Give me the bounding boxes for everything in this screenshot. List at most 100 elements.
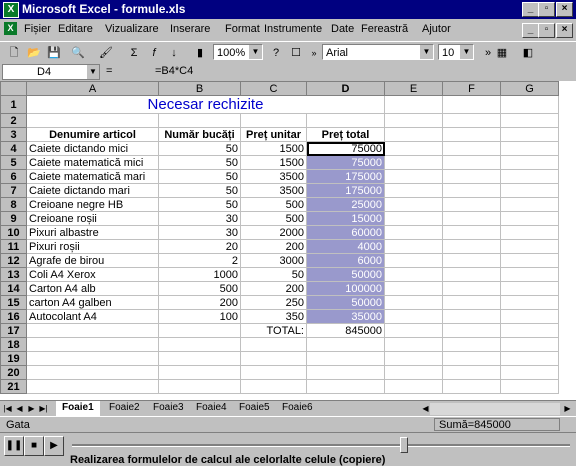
cell-b15[interactable]: 200 <box>158 295 241 310</box>
cell-f21[interactable] <box>442 379 501 394</box>
cell-g21[interactable] <box>500 379 559 394</box>
cell-a7[interactable]: Caiete dictando mari <box>26 183 159 198</box>
cell-c18[interactable] <box>240 337 307 352</box>
cell-f15[interactable] <box>442 295 501 310</box>
next-sheet-icon[interactable]: ▶ <box>26 402 37 415</box>
close-button[interactable]: × <box>556 2 573 17</box>
cell-c6[interactable]: 3500 <box>240 169 307 184</box>
cell-a16[interactable]: Autocolant A4 <box>26 309 159 324</box>
cell-a2[interactable] <box>26 113 159 128</box>
cell-b5[interactable]: 50 <box>158 155 241 170</box>
cell-g10[interactable] <box>500 225 559 240</box>
menu-ajutor[interactable]: Ajutor <box>422 23 451 35</box>
cell-g11[interactable] <box>500 239 559 254</box>
cell-a8[interactable]: Creioane negre HB <box>26 197 159 212</box>
sheet-table[interactable]: A B C D E F G 1 Necesar rechizite 2 3 Denumire arti… <box>0 81 559 394</box>
cell-a14[interactable]: Carton A4 alb <box>26 281 159 296</box>
menu-instrumente[interactable]: Instrumente <box>264 23 322 35</box>
column-header-b[interactable]: B <box>158 81 241 96</box>
formula-input[interactable]: =B4*C4 <box>155 65 193 77</box>
scroll-right-icon[interactable]: ▶ <box>562 402 573 415</box>
cell-g15[interactable] <box>500 295 559 310</box>
row-header[interactable]: 8 <box>0 197 27 212</box>
cell-b11[interactable]: 20 <box>158 239 241 254</box>
cell-c11[interactable]: 200 <box>240 239 307 254</box>
cell-f9[interactable] <box>442 211 501 226</box>
cell-b8[interactable]: 50 <box>158 197 241 212</box>
cell-e8[interactable] <box>384 197 443 212</box>
cell-a18[interactable] <box>26 337 159 352</box>
autosum-icon[interactable]: Σ <box>126 45 142 61</box>
cell-b7[interactable]: 50 <box>158 183 241 198</box>
tab-foaie2[interactable]: Foaie2 <box>103 401 146 415</box>
workbook-icon[interactable]: X <box>4 22 17 35</box>
cell-c14[interactable]: 200 <box>240 281 307 296</box>
cell-b2[interactable] <box>158 113 241 128</box>
row-header[interactable]: 5 <box>0 155 27 170</box>
cell-b6[interactable]: 50 <box>158 169 241 184</box>
menu-inserare[interactable]: Inserare <box>170 23 210 35</box>
name-box[interactable]: D4 ▼ <box>2 64 100 80</box>
cell-e15[interactable] <box>384 295 443 310</box>
menu-format[interactable]: Format <box>225 23 260 35</box>
cell-e10[interactable] <box>384 225 443 240</box>
cell-d8[interactable]: 25000 <box>306 197 385 212</box>
cell-f1[interactable] <box>442 95 501 114</box>
cell-d9[interactable]: 15000 <box>306 211 385 226</box>
name-box-dropdown-icon[interactable]: ▼ <box>87 65 99 79</box>
cell-f6[interactable] <box>442 169 501 184</box>
last-sheet-icon[interactable]: ▶| <box>38 402 49 415</box>
cell-f10[interactable] <box>442 225 501 240</box>
cell-f2[interactable] <box>442 113 501 128</box>
cell-g19[interactable] <box>500 351 559 366</box>
cell-c2[interactable] <box>240 113 307 128</box>
doc-minimize-button[interactable]: _ <box>522 23 539 38</box>
doc-restore-button[interactable]: ▫ <box>538 23 555 38</box>
cell-d16[interactable]: 35000 <box>306 309 385 324</box>
cell-g13[interactable] <box>500 267 559 282</box>
cell-f19[interactable] <box>442 351 501 366</box>
cell-b17[interactable] <box>158 323 241 338</box>
save-icon[interactable]: 💾 <box>46 45 62 61</box>
header-cell[interactable]: Preț unitar <box>240 127 307 142</box>
row-header[interactable]: 6 <box>0 169 27 184</box>
tab-foaie6[interactable]: Foaie6 <box>276 401 319 415</box>
cell-e19[interactable] <box>384 351 443 366</box>
horizontal-scrollbar[interactable] <box>430 403 560 415</box>
cell-e12[interactable] <box>384 253 443 268</box>
cell-g8[interactable] <box>500 197 559 212</box>
font-size-select[interactable]: 10 ▼ <box>438 44 474 60</box>
cell-a6[interactable]: Caiete matematică mari <box>26 169 159 184</box>
row-header[interactable]: 10 <box>0 225 27 240</box>
cell-d10[interactable]: 60000 <box>306 225 385 240</box>
format-painter-icon[interactable]: 🖌 <box>98 45 114 61</box>
minimize-button[interactable]: _ <box>522 2 539 17</box>
size-dropdown-icon[interactable]: ▼ <box>459 45 473 59</box>
cell-c10[interactable]: 2000 <box>240 225 307 240</box>
cell-d21[interactable] <box>306 379 385 394</box>
column-header-a[interactable]: A <box>26 81 159 96</box>
column-header-d[interactable]: D <box>306 81 385 96</box>
row-header[interactable]: 18 <box>0 337 27 352</box>
menu-fereastra[interactable]: Fereastră <box>361 23 408 35</box>
cell-c8[interactable]: 500 <box>240 197 307 212</box>
help-icon[interactable]: ? <box>268 45 284 61</box>
cell-c4[interactable]: 1500 <box>240 141 307 156</box>
cell-f11[interactable] <box>442 239 501 254</box>
cell-d14[interactable]: 100000 <box>306 281 385 296</box>
cell-c19[interactable] <box>240 351 307 366</box>
cell-g7[interactable] <box>500 183 559 198</box>
cell-f12[interactable] <box>442 253 501 268</box>
cell-c5[interactable]: 1500 <box>240 155 307 170</box>
cell-a5[interactable]: Caiete matematică mici <box>26 155 159 170</box>
cell-a10[interactable]: Pixuri albastre <box>26 225 159 240</box>
row-header[interactable]: 21 <box>0 379 27 394</box>
cell-g2[interactable] <box>500 113 559 128</box>
zoom-select[interactable]: 100% ▼ <box>213 44 263 60</box>
header-cell[interactable]: Număr bucăți <box>158 127 241 142</box>
menu-editare[interactable]: Editare <box>58 23 93 35</box>
cell-e16[interactable] <box>384 309 443 324</box>
total-value[interactable]: 845000 <box>306 323 385 338</box>
cell-g5[interactable] <box>500 155 559 170</box>
row-header[interactable]: 12 <box>0 253 27 268</box>
